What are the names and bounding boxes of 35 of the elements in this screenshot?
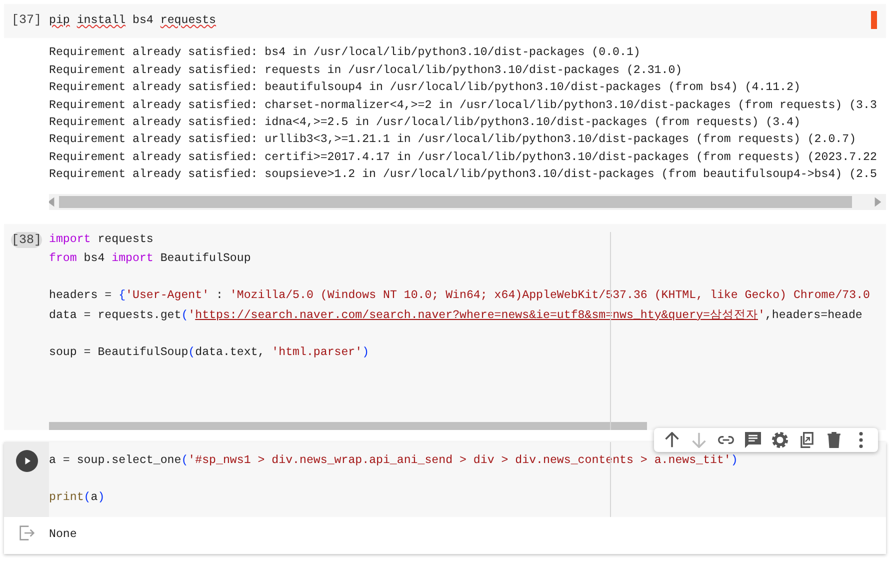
execution-count: [37] (11, 12, 42, 28)
code-line: pip install bs4 requests (49, 13, 216, 29)
trash-icon (826, 432, 842, 448)
output-line: Requirement already satisfied: urllib3<3,>=1.21.1 in /usr/local/lib/python3.10/dist-packages (from requests) (2.0.7) (49, 132, 858, 148)
output-line: Requirement already satisfied: soupsieve>1.2 in /usr/local/lib/python3.10/dist-packages (from beautifulsoup4->bs4) (2.5 (49, 167, 878, 184)
status-marker (871, 11, 877, 29)
output-line: Requirement already satisfied: requests in /usr/local/lib/python3.10/dist-packages (2.31.0) (49, 62, 684, 79)
output-line: None (49, 527, 78, 544)
url-link[interactable]: https://search.naver.com/search.naver?where=news&ie=utf8&sm=nws_hty&query=삼성전자 (195, 308, 758, 322)
arrow-down-icon (690, 432, 706, 448)
arrow-up-icon (664, 432, 680, 448)
code-line: print(a) (49, 490, 105, 506)
more-vertical-icon (858, 432, 862, 448)
copy-window-icon (798, 432, 814, 448)
code-line: a = soup.select_one('#sp_nws1 > div.news_wrap.api_ani_send > div > div.news_contents > a.news_tit') (49, 452, 738, 469)
code-cell[interactable]: [37] pip install bs4 requests (4, 4, 886, 38)
horizontal-scrollbar[interactable] (49, 194, 886, 210)
code-line: soup = BeautifulSoup(data.text, 'html.parser') (49, 345, 370, 362)
run-button[interactable] (16, 450, 38, 472)
output-line: Requirement already satisfied: bs4 in /usr/local/lib/python3.10/dist-packages (0.0.1) (49, 45, 642, 62)
output-line: Requirement already satisfied: certifi>=2017.4.17 in /usr/local/lib/python3.10/dist-packages (from requests) (2023.7.22 (49, 150, 878, 166)
code-line: headers = {'User-Agent' : 'Mozilla/5.0 (Windows NT 10.0; Win64; x64)AppleWebKit/537.36 (KHTML, like Gecko) Chrome/73.0 (49, 288, 870, 304)
code-line: import requests (49, 232, 154, 248)
settings-icon (772, 432, 788, 448)
output-line: Requirement already satisfied: beautifulsoup4 in /usr/local/lib/python3.10/dist-packages (from bs4) (4.11.2) (49, 80, 802, 96)
code-line: from bs4 import BeautifulSoup (49, 251, 251, 268)
code-cell[interactable]: a = soup.select_one('#sp_nws1 > div.news_wrap.api_ani_send > div > div.news_contents > a.news_tit') print(a) (4, 442, 886, 518)
output-line: Requirement already satisfied: charset-normalizer<4,>=2 in /usr/local/lib/python3.10/dist-packages (from requests) (3.3 (49, 98, 878, 114)
execution-count: [38] (11, 232, 42, 248)
code-cell[interactable] (4, 224, 886, 430)
code-line: data = requests.get('https://search.naver.com/search.naver?where=news&ie=utf8&sm=nws_hty&query=삼성전자',headers=heade (49, 308, 862, 324)
output-arrow-icon (16, 523, 36, 544)
output-line: Requirement already satisfied: idna<4,>=2.5 in /usr/local/lib/python3.10/dist-packages (from requests) (3.4) (49, 115, 802, 132)
comment-icon (744, 432, 760, 448)
horizontal-scrollbar[interactable] (49, 422, 647, 430)
